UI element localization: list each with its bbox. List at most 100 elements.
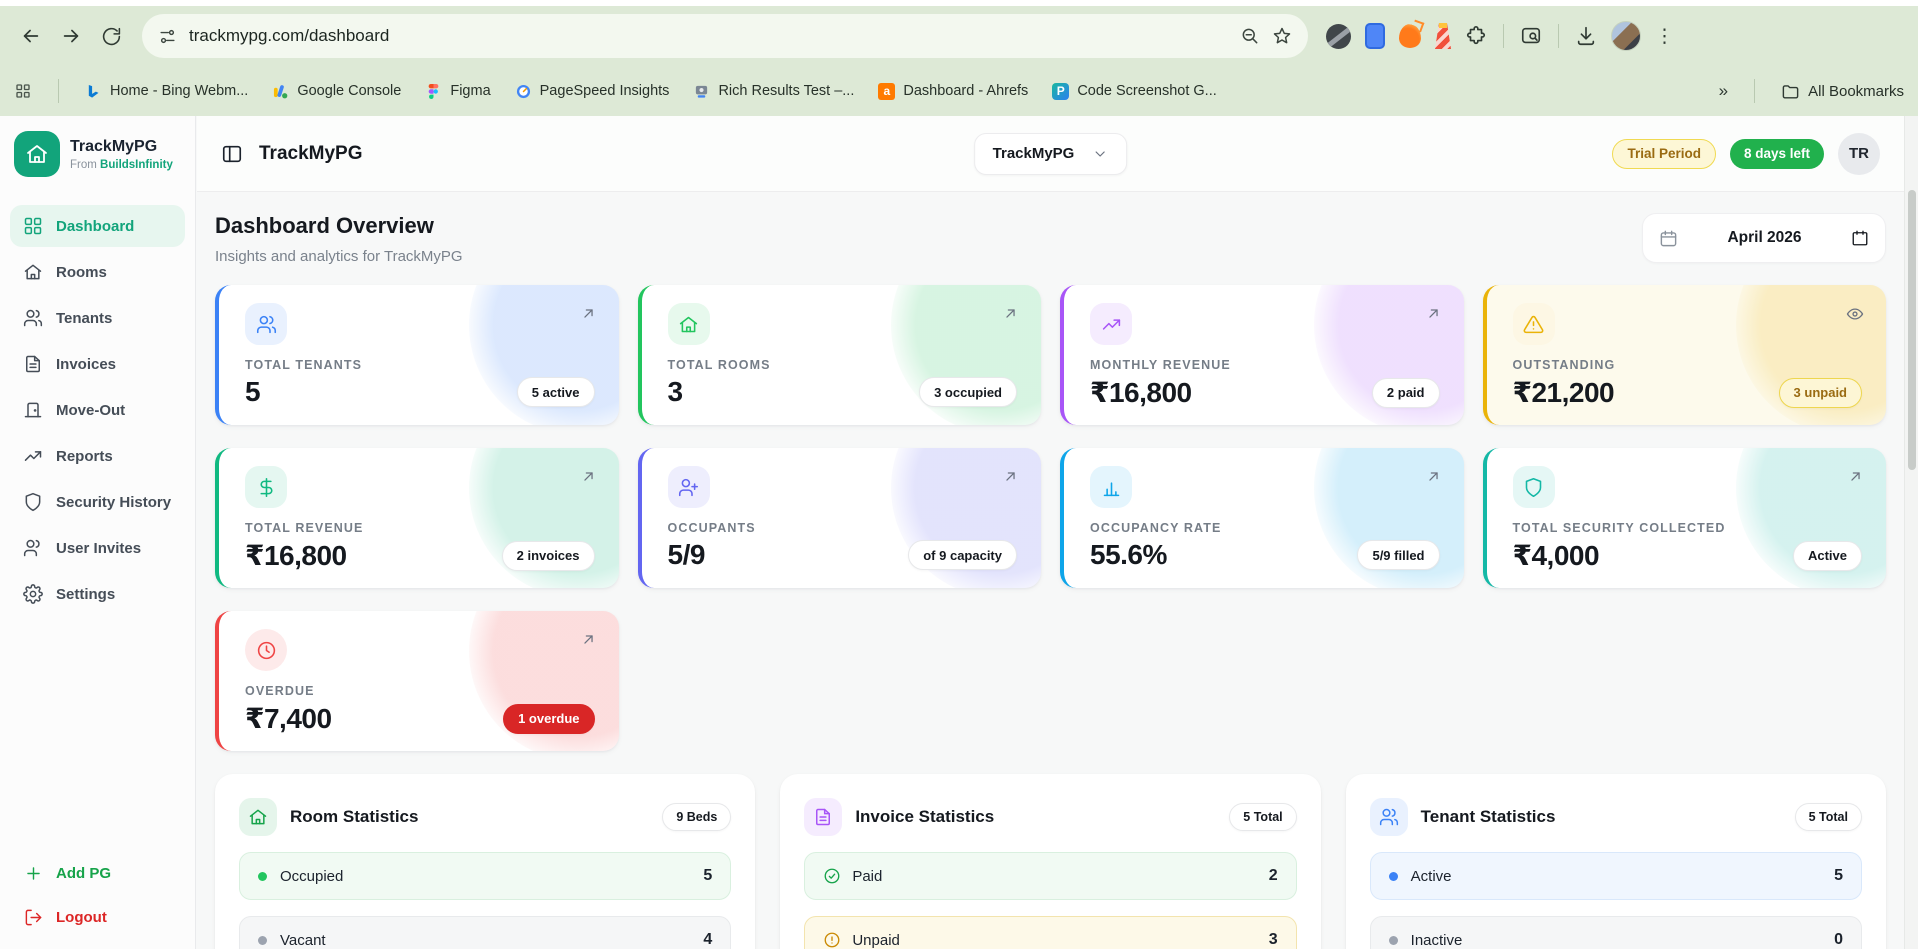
stat-badge: 2 paid	[1372, 378, 1440, 408]
dollar-icon	[245, 466, 287, 508]
stat-badge: 5 active	[517, 377, 595, 407]
sidebar-item-label: Settings	[56, 586, 115, 603]
property-selector[interactable]: TrackMyPG	[974, 133, 1128, 175]
home-icon	[23, 262, 43, 282]
logout-button[interactable]: Logout	[0, 899, 195, 935]
date-input-icon[interactable]	[1851, 229, 1869, 247]
figma-favicon	[425, 83, 442, 100]
bookmark-label: Dashboard - Ahrefs	[903, 83, 1028, 99]
warning-icon	[1513, 303, 1555, 345]
bookmark-rich-results[interactable]: Rich Results Test –...	[693, 83, 854, 100]
adblock-extension-icon[interactable]	[1326, 24, 1351, 49]
user-invites-icon	[23, 538, 43, 558]
zoom-indicator-icon[interactable]	[1240, 26, 1260, 46]
rooms-icon	[668, 303, 710, 345]
invoice-statistics-card: Invoice Statistics 5 Total Paid 2 Unpaid…	[780, 774, 1320, 949]
apps-grid-icon[interactable]	[14, 82, 32, 100]
stat-card-occupancy-rate[interactable]: OCCUPANCY RATE 55.6% 5/9 filled	[1060, 448, 1464, 588]
status-dot	[1389, 872, 1398, 881]
bookmarks-overflow-chevron[interactable]: »	[1719, 81, 1728, 101]
menu-kebab-icon[interactable]: ⋮	[1655, 27, 1674, 46]
side-panel-search-icon[interactable]	[1520, 25, 1542, 47]
add-pg-button[interactable]: Add PG	[0, 855, 195, 891]
folder-icon	[1781, 82, 1800, 101]
sidebar-item-label: Move-Out	[56, 402, 125, 419]
sidebar-bottom: Add PG Logout	[0, 855, 195, 935]
open-link-icon[interactable]	[580, 305, 597, 322]
brand-subtitle: From BuildsInfinity	[70, 159, 173, 171]
open-link-icon[interactable]	[580, 468, 597, 485]
page-subtitle: Insights and analytics for TrackMyPG	[215, 248, 463, 265]
sidebar-item-invoices[interactable]: Invoices	[10, 343, 185, 385]
sidebar-item-tenants[interactable]: Tenants	[10, 297, 185, 339]
browser-toolbar: trackmypg.com/dashboard ⋮	[0, 6, 1918, 66]
stat-card-outstanding[interactable]: OUTSTANDING ₹21,200 3 unpaid	[1483, 285, 1887, 425]
bookmark-bing[interactable]: Home - Bing Webm...	[85, 83, 248, 100]
ahrefs-favicon: a	[878, 83, 895, 100]
bookmark-label: Figma	[450, 83, 490, 99]
sidebar-item-settings[interactable]: Settings	[10, 573, 185, 615]
url-text[interactable]: trackmypg.com/dashboard	[189, 26, 1228, 46]
forward-button[interactable]	[52, 17, 90, 55]
stat-card-occupants[interactable]: OCCUPANTS 5/9 of 9 capacity	[638, 448, 1042, 588]
visibility-icon[interactable]	[1846, 305, 1864, 323]
bookmark-star-icon[interactable]	[1272, 26, 1292, 46]
stat-card-total-rooms[interactable]: TOTAL ROOMS 3 3 occupied	[638, 285, 1042, 425]
bookmark-figma[interactable]: Figma	[425, 83, 490, 100]
bar-chart-icon	[1090, 466, 1132, 508]
puzzle-extensions-icon[interactable]	[1465, 25, 1487, 47]
user-avatar[interactable]: TR	[1838, 133, 1880, 175]
shield-icon	[23, 492, 43, 512]
lighthouse-extension-icon[interactable]	[1435, 23, 1451, 49]
sidebar-toggle-icon[interactable]	[221, 143, 243, 165]
sidebar-item-user-invites[interactable]: User Invites	[10, 527, 185, 569]
clipboard-extension-icon[interactable]	[1365, 23, 1385, 49]
app-header: TrackMyPG TrackMyPG Trial Period 8 days …	[197, 116, 1904, 192]
month-picker[interactable]: April 2026	[1642, 213, 1886, 263]
reload-button[interactable]	[92, 17, 130, 55]
brand-company: BuildsInfinity	[100, 159, 173, 171]
stat-card-total-revenue[interactable]: TOTAL REVENUE ₹16,800 2 invoices	[215, 448, 619, 588]
open-link-icon[interactable]	[1425, 468, 1442, 485]
bookmark-label: Home - Bing Webm...	[110, 83, 248, 99]
bookmark-label: Google Console	[297, 83, 401, 99]
stat-card-security-collected[interactable]: TOTAL SECURITY COLLECTED ₹4,000 Active	[1483, 448, 1887, 588]
address-bar[interactable]: trackmypg.com/dashboard	[142, 14, 1308, 58]
extensions-row: ⋮	[1326, 21, 1674, 51]
flame-extension-icon[interactable]	[1399, 24, 1421, 48]
bookmark-ahrefs[interactable]: a Dashboard - Ahrefs	[878, 83, 1028, 100]
back-button[interactable]	[12, 17, 50, 55]
all-bookmarks-button[interactable]: All Bookmarks	[1781, 82, 1904, 101]
stat-value: 55.6%	[1090, 539, 1167, 571]
open-link-icon[interactable]	[1002, 305, 1019, 322]
open-link-icon[interactable]	[1002, 468, 1019, 485]
site-settings-icon[interactable]	[158, 27, 177, 46]
stat-label: TOTAL SECURITY COLLECTED	[1513, 521, 1863, 535]
sidebar-item-dashboard[interactable]: Dashboard	[10, 205, 185, 247]
downloads-icon[interactable]	[1575, 25, 1597, 47]
open-link-icon[interactable]	[580, 631, 597, 648]
scrollbar-thumb[interactable]	[1908, 190, 1916, 470]
open-link-icon[interactable]	[1847, 468, 1864, 485]
sidebar-item-rooms[interactable]: Rooms	[10, 251, 185, 293]
open-link-icon[interactable]	[1425, 305, 1442, 322]
stat-badge: 3 unpaid	[1779, 378, 1862, 408]
profile-avatar[interactable]	[1611, 21, 1641, 51]
stat-card-overdue[interactable]: OVERDUE ₹7,400 1 overdue	[215, 611, 619, 751]
row-label: Inactive	[1411, 932, 1463, 949]
code-screenshot-favicon: P	[1052, 83, 1069, 100]
room-statistics-card: Room Statistics 9 Beds Occupied 5 Vacant…	[215, 774, 755, 949]
page-scrollbar[interactable]	[1904, 116, 1918, 949]
stat-card-total-tenants[interactable]: TOTAL TENANTS 5 5 active	[215, 285, 619, 425]
stat-value: ₹7,400	[245, 702, 332, 735]
sidebar-item-reports[interactable]: Reports	[10, 435, 185, 477]
stat-card-monthly-revenue[interactable]: MONTHLY REVENUE ₹16,800 2 paid	[1060, 285, 1464, 425]
sidebar-item-move-out[interactable]: Move-Out	[10, 389, 185, 431]
bookmark-pagespeed[interactable]: PageSpeed Insights	[515, 83, 670, 100]
bookmark-code-screenshot[interactable]: P Code Screenshot G...	[1052, 83, 1216, 100]
dashboard-grid-icon	[23, 216, 43, 236]
bookmark-google-console[interactable]: Google Console	[272, 83, 401, 100]
sidebar-item-security-history[interactable]: Security History	[10, 481, 185, 523]
tenant-stats-icon	[1370, 798, 1408, 836]
row-value: 3	[1269, 931, 1278, 949]
